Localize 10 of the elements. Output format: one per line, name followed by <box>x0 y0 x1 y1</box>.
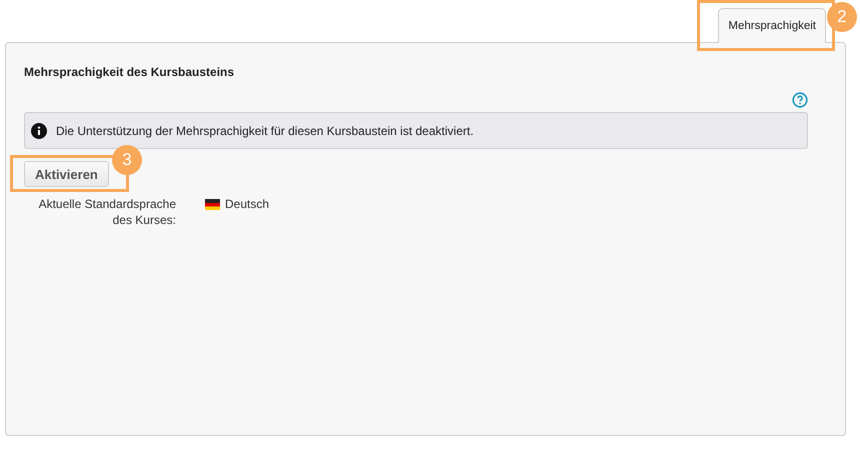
help-icon[interactable] <box>792 92 808 108</box>
section-title: Mehrsprachigkeit des Kursbausteins <box>24 65 236 79</box>
info-icon <box>31 122 47 138</box>
info-message: Die Unterstützung der Mehrsprachigkeit für diesen Kursbaustein ist deaktiviert. <box>56 124 474 138</box>
flag-icon <box>205 199 220 210</box>
step-badge: 2 <box>827 2 857 32</box>
language-value: Deutsch <box>225 197 270 211</box>
tab[interactable]: Mehrsprachigkeit <box>718 8 826 43</box>
language-label: Aktuelle Standardsprache des Kurses: <box>38 196 176 228</box>
activate-button[interactable]: Aktivieren <box>24 161 109 187</box>
